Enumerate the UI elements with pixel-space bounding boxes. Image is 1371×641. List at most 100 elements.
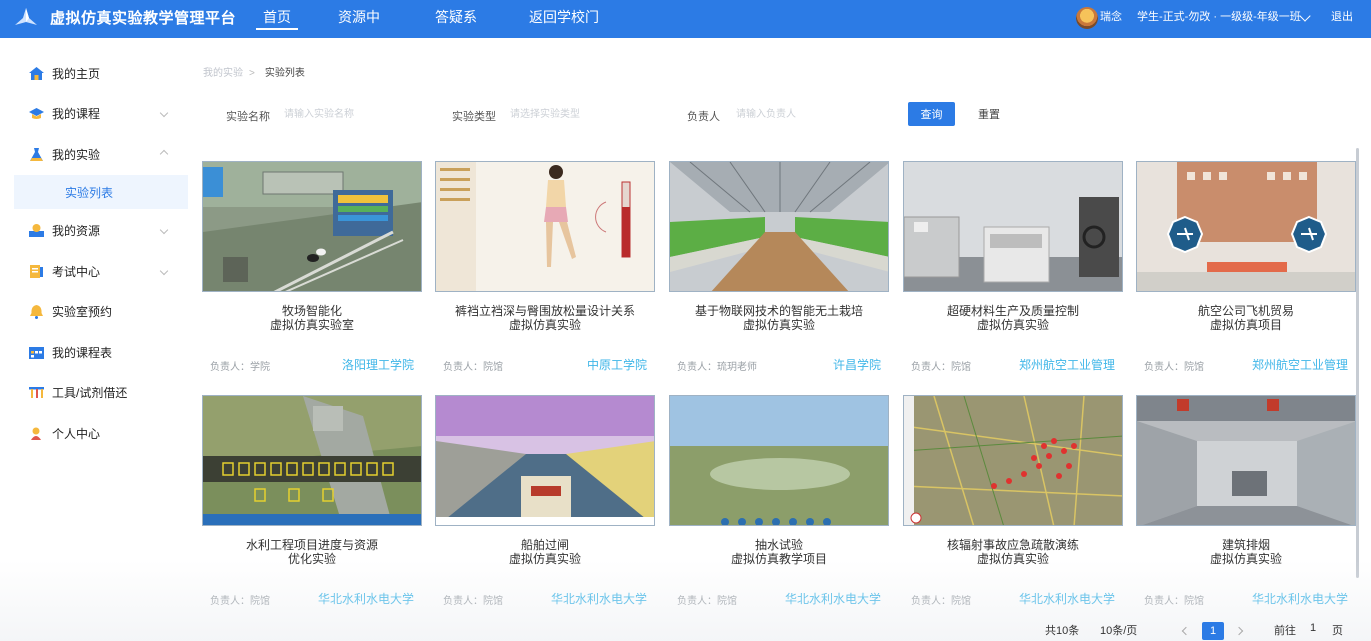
experiment-card[interactable]: 抽水试验 虚拟仿真教学项目 负责人：院馆 华北水利水电大学 xyxy=(669,395,891,623)
prev-page-icon[interactable] xyxy=(1181,626,1191,636)
card-subtitle: 虚拟仿真实验 xyxy=(976,552,1049,566)
user-role: 学生-正式-勿改 · 一级级-年级一班 xyxy=(1137,11,1301,23)
breadcrumb-separator: > xyxy=(249,68,255,79)
card-subtitle: 虚拟仿真实验 xyxy=(1209,552,1282,566)
experiment-thumbnail[interactable] xyxy=(903,161,1123,292)
user-name: 瑞念 xyxy=(1100,11,1122,23)
card-subtitle: 虚拟仿真实验 xyxy=(508,552,581,566)
graduation-cap-icon xyxy=(29,107,44,119)
sidebar-item-label: 考试中心 xyxy=(52,264,101,279)
card-subtitle: 优化实验 xyxy=(287,552,336,566)
card-owner: 负责人：学院 xyxy=(210,362,270,373)
card-school[interactable]: 华北水利水电大学 xyxy=(551,590,647,607)
experiment-thumbnail[interactable] xyxy=(435,395,655,526)
card-title: 核辐射事故应急疏散演练 xyxy=(946,538,1079,552)
card-school[interactable]: 郑州航空工业管理 xyxy=(1019,356,1115,373)
card-school[interactable]: 华北水利水电大学 xyxy=(1252,590,1348,607)
nav-school-portal[interactable]: 返回学校门户 xyxy=(529,0,599,59)
sidebar-item-lab-booking[interactable]: 实验室预约 xyxy=(0,292,188,330)
nav-qa-system[interactable]: 答疑系统 xyxy=(431,0,481,59)
experiment-card[interactable]: 超硬材料生产及质量控制 虚拟仿真实验 负责人：院馆 郑州航空工业管理 xyxy=(903,161,1125,389)
sidebar-item-home[interactable]: 我的主页 xyxy=(0,54,188,92)
person-icon xyxy=(31,427,41,440)
next-page-icon[interactable] xyxy=(1234,626,1244,636)
nav-home[interactable]: 首页 xyxy=(256,0,298,38)
experiment-thumbnail[interactable] xyxy=(1136,395,1356,526)
card-school[interactable]: 郑州航空工业管理 xyxy=(1252,356,1348,373)
card-subtitle: 虚拟仿真教学项目 xyxy=(730,552,827,566)
pagination-goto-input[interactable]: 1 xyxy=(1310,622,1316,634)
breadcrumb-current: 实验列表 xyxy=(264,68,305,79)
chevron-down-icon xyxy=(159,225,169,235)
experiment-type-select[interactable] xyxy=(510,102,630,126)
sidebar-item-courses[interactable]: 我的课程 xyxy=(0,94,188,132)
experiment-thumbnail[interactable] xyxy=(202,395,422,526)
reset-button[interactable]: 重置 xyxy=(966,102,1012,126)
sidebar-item-label: 我的课程 xyxy=(52,106,101,121)
card-title: 船舶过闸 xyxy=(520,538,569,552)
card-subtitle: 虚拟仿真实验 xyxy=(742,318,815,332)
card-school[interactable]: 许昌学院 xyxy=(833,356,881,373)
sidebar-item-experiments[interactable]: 我的实验 xyxy=(0,135,188,173)
sidebar-item-tools-borrow[interactable]: 工具/试剂借还 xyxy=(0,373,188,411)
chevron-down-icon[interactable] xyxy=(1299,10,1311,22)
experiment-thumbnail[interactable] xyxy=(435,161,655,292)
owner-label: 负责人 xyxy=(687,111,720,123)
card-subtitle: 虚拟仿真项目 xyxy=(1209,318,1282,332)
sidebar-subitem-experiment-list[interactable]: 实验列表 xyxy=(14,175,188,209)
experiment-card[interactable]: 基于物联网技术的智能无土栽培 虚拟仿真实验 负责人：琉玥老师 许昌学院 xyxy=(669,161,891,389)
experiment-card[interactable]: 航空公司飞机贸易 虚拟仿真项目 负责人：院馆 郑州航空工业管理 xyxy=(1136,161,1358,389)
calendar-icon xyxy=(29,346,44,359)
card-owner: 负责人：院馆 xyxy=(911,362,971,373)
card-title: 裤裆立裆深与臀围放松量设计关系 xyxy=(454,304,635,318)
experiment-thumbnail[interactable] xyxy=(202,161,422,292)
card-school[interactable]: 中原工学院 xyxy=(587,356,647,373)
experiment-card[interactable]: 裤裆立裆深与臀围放松量设计关系 虚拟仿真实验 负责人：院馆 中原工学院 xyxy=(435,161,657,389)
avatar[interactable] xyxy=(1076,7,1098,29)
query-button[interactable]: 查询 xyxy=(908,102,955,126)
card-school[interactable]: 洛阳理工学院 xyxy=(342,356,414,373)
experiment-card[interactable]: 核辐射事故应急疏散演练 虚拟仿真实验 负责人：院馆 华北水利水电大学 xyxy=(903,395,1125,623)
card-title: 航空公司飞机贸易 xyxy=(1197,304,1294,318)
experiment-thumbnail[interactable] xyxy=(1136,161,1356,292)
card-subtitle: 虚拟仿真实验 xyxy=(976,318,1049,332)
sidebar-item-label: 我的实验 xyxy=(52,147,101,162)
sidebar-item-personal-center[interactable]: 个人中心 xyxy=(0,414,188,452)
owner-input[interactable] xyxy=(736,102,856,126)
experiment-thumbnail[interactable] xyxy=(903,395,1123,526)
card-owner: 负责人：院馆 xyxy=(677,596,737,607)
scrollbar[interactable] xyxy=(1356,148,1359,578)
experiment-card[interactable]: 牧场智能化 虚拟仿真实验室 负责人：学院 洛阳理工学院 xyxy=(202,161,424,389)
flask-icon xyxy=(30,147,43,161)
experiment-card[interactable]: 水利工程项目进度与资源 优化实验 负责人：院馆 华北水利水电大学 xyxy=(202,395,424,623)
experiment-card[interactable]: 建筑排烟 虚拟仿真实验 负责人：院馆 华北水利水电大学 xyxy=(1136,395,1358,623)
nav-resource-center[interactable]: 资源中心 xyxy=(334,0,384,59)
sidebar-item-schedule[interactable]: 我的课程表 xyxy=(0,333,188,371)
experiment-thumbnail[interactable] xyxy=(669,161,889,292)
platform-logo-icon xyxy=(15,8,37,25)
logout-link[interactable]: 退出 xyxy=(1331,0,1353,34)
card-owner: 负责人：琉玥老师 xyxy=(677,362,757,373)
pagination-page-suffix: 页 xyxy=(1332,625,1343,637)
pagination-current-page[interactable]: 1 xyxy=(1202,622,1224,640)
pagination-page-size[interactable]: 10条/页 xyxy=(1100,622,1137,638)
experiment-card[interactable]: 船舶过闸 虚拟仿真实验 负责人：院馆 华北水利水电大学 xyxy=(435,395,657,623)
card-owner: 负责人：院馆 xyxy=(1144,362,1204,373)
card-school[interactable]: 华北水利水电大学 xyxy=(785,590,881,607)
sidebar-item-resources[interactable]: 我的资源 xyxy=(0,211,188,249)
breadcrumb: 我的实验 > 实验列表 xyxy=(203,64,305,79)
sidebar-item-label: 实验室预约 xyxy=(52,304,113,319)
chevron-down-icon xyxy=(159,266,169,276)
card-title: 超硬材料生产及质量控制 xyxy=(946,304,1079,318)
exam-icon xyxy=(30,264,43,278)
chevron-up-icon xyxy=(159,149,169,159)
card-school[interactable]: 华北水利水电大学 xyxy=(318,590,414,607)
experiment-name-input[interactable] xyxy=(284,102,404,126)
card-owner: 负责人：院馆 xyxy=(443,596,503,607)
card-school[interactable]: 华北水利水电大学 xyxy=(1019,590,1115,607)
sidebar-item-label: 我的课程表 xyxy=(52,345,113,360)
experiment-type-label: 实验类型 xyxy=(452,111,496,123)
sidebar-item-exam-center[interactable]: 考试中心 xyxy=(0,252,188,290)
experiment-thumbnail[interactable] xyxy=(669,395,889,526)
breadcrumb-parent[interactable]: 我的实验 xyxy=(203,68,243,79)
